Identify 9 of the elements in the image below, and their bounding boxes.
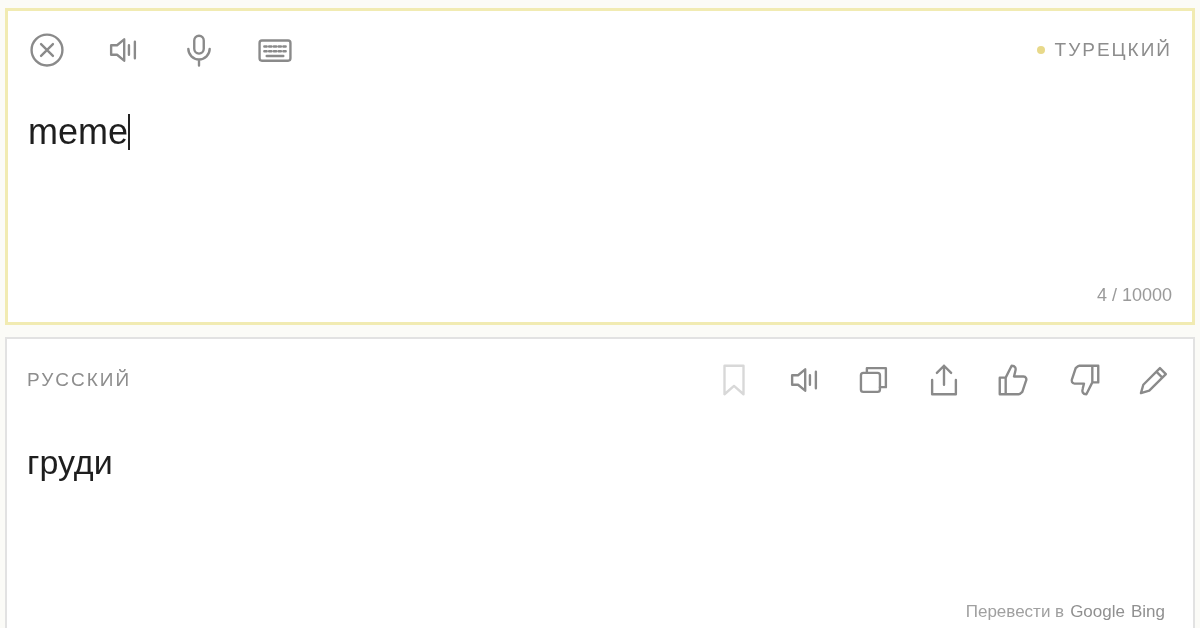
character-counter: 4 / 10000 [1096, 285, 1172, 306]
source-language[interactable]: ТУРЕЦКИЙ [1054, 39, 1172, 61]
translate-in-label: Перевести в [965, 602, 1065, 622]
translation-text: груди [27, 443, 114, 483]
translator-link[interactable]: Bing [1130, 602, 1165, 622]
source-text[interactable]: meme [28, 111, 1172, 285]
close-icon[interactable] [28, 31, 66, 69]
translator-link[interactable]: Google [1070, 602, 1125, 622]
target-language[interactable]: РУССКИЙ [27, 369, 132, 391]
